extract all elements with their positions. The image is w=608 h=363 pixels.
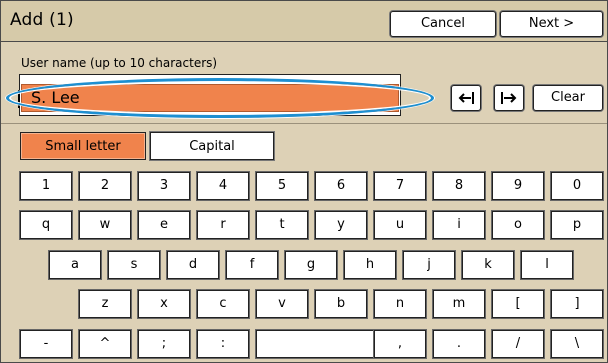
key[interactable]: 5: [256, 172, 308, 200]
key[interactable]: y: [315, 211, 367, 239]
key[interactable]: g: [285, 251, 337, 279]
capital-button[interactable]: Capital: [150, 132, 274, 160]
key[interactable]: 0: [551, 172, 603, 200]
cancel-button[interactable]: Cancel: [390, 11, 496, 37]
text-caret: [18, 90, 20, 108]
clear-button[interactable]: Clear: [533, 85, 603, 111]
small-letter-button[interactable]: Small letter: [20, 132, 146, 160]
key[interactable]: 6: [315, 172, 367, 200]
key[interactable]: 1: [20, 172, 72, 200]
key[interactable]: h: [344, 251, 396, 279]
title-bar: Add (1) Cancel Next >: [1, 1, 607, 42]
screen: Add (1) Cancel Next > User name (up to 1…: [0, 0, 608, 363]
key[interactable]: m: [433, 290, 485, 318]
key[interactable]: t: [256, 211, 308, 239]
key[interactable]: :: [197, 330, 249, 358]
key[interactable]: d: [167, 251, 219, 279]
key[interactable]: o: [492, 211, 544, 239]
cursor-right-icon: [501, 92, 517, 104]
key[interactable]: z: [79, 290, 131, 318]
user-name-label: User name (up to 10 characters): [21, 56, 218, 70]
key[interactable]: \: [551, 330, 603, 358]
key[interactable]: l: [521, 251, 573, 279]
key[interactable]: n: [374, 290, 426, 318]
key[interactable]: .: [433, 330, 485, 358]
key[interactable]: 8: [433, 172, 485, 200]
key[interactable]: 3: [138, 172, 190, 200]
key[interactable]: v: [256, 290, 308, 318]
space-key[interactable]: [256, 330, 384, 358]
key[interactable]: s: [108, 251, 160, 279]
key[interactable]: 2: [79, 172, 131, 200]
key[interactable]: f: [226, 251, 278, 279]
key[interactable]: q: [20, 211, 72, 239]
key[interactable]: ,: [374, 330, 426, 358]
key[interactable]: 4: [197, 172, 249, 200]
key[interactable]: c: [197, 290, 249, 318]
cursor-right-button[interactable]: [494, 85, 524, 111]
key[interactable]: x: [138, 290, 190, 318]
key[interactable]: b: [315, 290, 367, 318]
key[interactable]: r: [197, 211, 249, 239]
key[interactable]: w: [79, 211, 131, 239]
key[interactable]: u: [374, 211, 426, 239]
key[interactable]: -: [20, 330, 72, 358]
key[interactable]: e: [138, 211, 190, 239]
user-name-input[interactable]: S. Lee: [21, 84, 399, 112]
key[interactable]: [: [492, 290, 544, 318]
page-title: Add (1): [10, 10, 74, 30]
key[interactable]: a: [49, 251, 101, 279]
key[interactable]: j: [403, 251, 455, 279]
key[interactable]: p: [551, 211, 603, 239]
key[interactable]: 7: [374, 172, 426, 200]
key[interactable]: ]: [551, 290, 603, 318]
key[interactable]: ;: [138, 330, 190, 358]
key[interactable]: 9: [492, 172, 544, 200]
cursor-left-icon: [458, 92, 474, 104]
key[interactable]: ^: [79, 330, 131, 358]
key[interactable]: k: [462, 251, 514, 279]
key[interactable]: /: [492, 330, 544, 358]
cursor-left-button[interactable]: [451, 85, 481, 111]
divider: [1, 123, 607, 124]
next-button[interactable]: Next >: [500, 11, 603, 37]
key[interactable]: i: [433, 211, 485, 239]
